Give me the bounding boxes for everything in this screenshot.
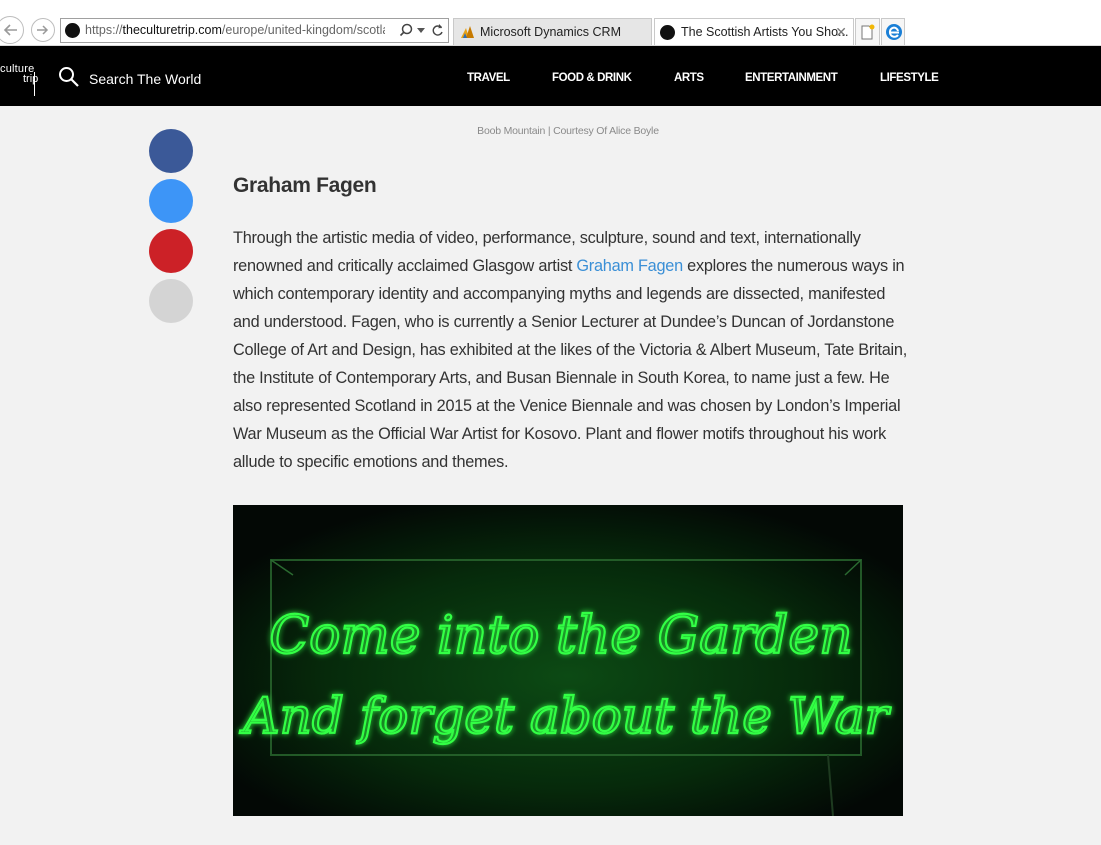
nav-entertainment[interactable]: ENTERTAINMENT	[745, 72, 838, 84]
dropdown-arrow-icon[interactable]	[417, 28, 425, 33]
arrow-left-icon	[3, 24, 17, 36]
neon-sign: Come into the Garden And forget about th…	[233, 505, 903, 817]
image-caption: Boob Mountain | Courtesy Of Alice Boyle	[477, 125, 659, 137]
address-bar[interactable]: https://theculturetrip.com/europe/united…	[60, 18, 449, 43]
new-tab-button[interactable]	[855, 18, 880, 45]
nav-travel[interactable]: TRAVEL	[467, 72, 510, 84]
search-world-link[interactable]: Search The World	[89, 71, 201, 87]
search-icon[interactable]	[58, 66, 80, 88]
tab-scottish-artists[interactable]: The Scottish Artists You Sho... ✕	[654, 18, 854, 45]
logo-divider	[34, 72, 35, 96]
tab-label: Microsoft Dynamics CRM	[480, 25, 621, 39]
address-url: https://theculturetrip.com/europe/united…	[85, 23, 385, 37]
neon-line-1: Come into the Garden	[269, 606, 852, 666]
nav-arts[interactable]: ARTS	[674, 72, 704, 84]
share-pinterest-button[interactable]	[149, 229, 193, 273]
share-more-button[interactable]	[149, 279, 193, 323]
logo-line-2: trip	[23, 73, 39, 85]
culture-trip-logo[interactable]: culture trip	[0, 64, 38, 96]
back-button[interactable]	[0, 16, 24, 44]
refresh-icon[interactable]	[431, 23, 444, 37]
graham-fagen-link[interactable]: Graham Fagen	[576, 257, 683, 275]
site-favicon-icon	[65, 23, 80, 38]
section-heading: Graham Fagen	[233, 174, 377, 197]
nav-lifestyle[interactable]: LIFESTYLE	[880, 72, 939, 84]
share-facebook-button[interactable]	[149, 129, 193, 173]
nav-food-drink[interactable]: FOOD & DRINK	[552, 72, 632, 84]
neon-artwork-image: Come into the Garden And forget about th…	[233, 505, 903, 817]
browser-chrome: https://theculturetrip.com/europe/united…	[0, 0, 1101, 46]
neon-line-2: And forget about the War	[240, 687, 892, 745]
search-icon[interactable]	[399, 23, 413, 37]
close-tab-icon[interactable]: ✕	[835, 24, 847, 41]
arrow-right-icon	[37, 25, 49, 35]
share-twitter-button[interactable]	[149, 179, 193, 223]
site-header: culture trip Search The World TRAVEL FOO…	[0, 46, 1101, 106]
article-paragraph: Through the artistic media of video, per…	[233, 229, 907, 471]
forward-button[interactable]	[31, 18, 55, 42]
tab-microsoft-dynamics-crm[interactable]: Microsoft Dynamics CRM	[453, 18, 652, 45]
dynamics-crm-icon	[461, 26, 474, 38]
edge-browser-icon	[886, 24, 902, 40]
new-tab-icon	[861, 24, 875, 40]
tab-label: The Scottish Artists You Sho...	[681, 25, 849, 39]
edge-button[interactable]	[881, 18, 905, 45]
culture-trip-favicon-icon	[660, 25, 675, 40]
